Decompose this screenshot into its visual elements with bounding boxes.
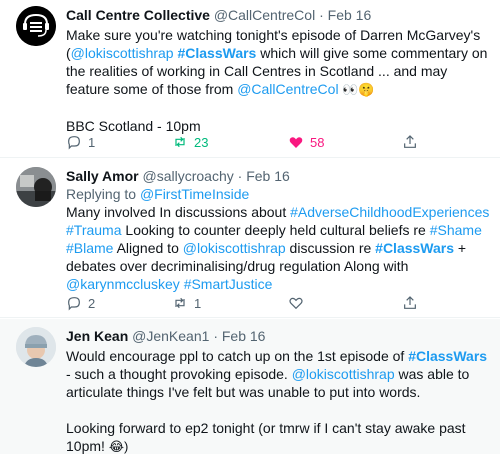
- text: - such a thought provoking episode.: [66, 366, 292, 382]
- hashtag-link[interactable]: #AdverseChildhoodExperiences: [290, 204, 489, 220]
- tweet-content: Sally Amor @sallycroachy · Feb 16 Replyi…: [66, 167, 490, 293]
- tweet-actions: 2 1: [66, 295, 486, 315]
- mention-link[interactable]: @FirstTimeInside: [140, 186, 249, 202]
- share-button[interactable]: [402, 295, 418, 311]
- like-button[interactable]: 58: [288, 134, 324, 150]
- handle[interactable]: @sallycroachy: [143, 168, 234, 184]
- retweet-count: 1: [194, 295, 202, 311]
- like-button[interactable]: [288, 295, 304, 311]
- text: Looking to counter deeply held cultural …: [121, 222, 430, 238]
- like-count: 58: [310, 134, 325, 150]
- hashtag-link[interactable]: #Shame: [430, 222, 482, 238]
- display-name[interactable]: Call Centre Collective: [66, 7, 210, 23]
- separator-dot: ·: [213, 328, 218, 344]
- replying-label: Replying to: [66, 186, 140, 202]
- like-icon: [289, 297, 303, 310]
- hashtag-link[interactable]: #Trauma: [66, 222, 122, 238]
- retweet-button[interactable]: 1: [172, 295, 201, 311]
- tweet-date[interactable]: Feb 16: [246, 168, 290, 184]
- text: discussion re: [285, 240, 376, 256]
- mention-link[interactable]: @lokiscottishrap: [71, 45, 174, 61]
- avatar[interactable]: [16, 327, 56, 367]
- tweet-header: Jen Kean @JenKean1 · Feb 16: [66, 327, 490, 345]
- separator-dot: ·: [237, 168, 243, 184]
- replying-to: Replying to @FirstTimeInside: [66, 185, 490, 203]
- emoji: 👀🤫: [338, 82, 375, 97]
- tweet-sally-amor[interactable]: Sally Amor @sallycroachy · Feb 16 Replyi…: [0, 159, 500, 318]
- mention-link[interactable]: @CallCentreCol: [237, 81, 338, 97]
- tweet-content: Jen Kean @JenKean1 · Feb 16 Would encour…: [66, 327, 490, 456]
- hashtag-link[interactable]: #ClassWars: [177, 45, 256, 61]
- retweet-count: 23: [194, 134, 209, 150]
- tweet-content: Call Centre Collective @CallCentreCol · …: [66, 6, 490, 135]
- mention-link[interactable]: @lokiscottishrap: [183, 240, 286, 256]
- hashtag-link[interactable]: #SmartJustice: [184, 276, 273, 292]
- hashtag-link[interactable]: #Blame: [66, 240, 113, 256]
- share-icon: [404, 296, 416, 309]
- tweet-body: Make sure you're watching tonight's epis…: [66, 26, 490, 135]
- reply-icon: [68, 136, 80, 150]
- handle[interactable]: @JenKean1: [132, 328, 209, 344]
- retweet-icon: [175, 297, 185, 309]
- tweet-call-centre-collective[interactable]: Call Centre Collective @CallCentreCol · …: [0, 0, 500, 158]
- tweet-actions: 1 23 58: [66, 134, 486, 154]
- display-name[interactable]: Jen Kean: [66, 328, 128, 344]
- reply-count: 1: [88, 134, 96, 150]
- display-name[interactable]: Sally Amor: [66, 168, 139, 184]
- avatar[interactable]: [16, 167, 56, 207]
- text: Would encourage ppl to catch up on the 1…: [66, 348, 409, 364]
- retweet-button[interactable]: 23: [172, 134, 208, 150]
- separator-dot: ·: [319, 7, 324, 23]
- mention-link[interactable]: @lokiscottishrap: [292, 366, 395, 382]
- share-button[interactable]: [402, 134, 418, 150]
- text: Many involved In discussions about: [66, 204, 291, 220]
- text: Aligned to: [113, 240, 183, 256]
- hashtag-link[interactable]: #ClassWars: [375, 240, 454, 256]
- tweet-header: Sally Amor @sallycroachy · Feb 16: [66, 167, 490, 185]
- tweet-body: Many involved In discussions about #Adve…: [66, 203, 490, 293]
- mention-link[interactable]: @karynmccluskey: [66, 276, 180, 292]
- reply-button[interactable]: 1: [66, 134, 95, 150]
- tweet-header: Call Centre Collective @CallCentreCol · …: [66, 6, 490, 24]
- tweet-date[interactable]: Feb 16: [222, 328, 266, 344]
- handle[interactable]: @CallCentreCol: [214, 7, 315, 23]
- hashtag-link[interactable]: #ClassWars: [408, 348, 487, 364]
- tweet-body: Would encourage ppl to catch up on the 1…: [66, 347, 490, 456]
- avatar[interactable]: [16, 6, 56, 46]
- tweet-jen-kean[interactable]: Jen Kean @JenKean1 · Feb 16 Would encour…: [0, 319, 500, 454]
- share-icon: [404, 135, 416, 148]
- avatar-photo: [16, 327, 56, 367]
- like-icon: [289, 137, 303, 148]
- emoji: 😂): [108, 439, 129, 454]
- call-centre-logo: [16, 6, 56, 46]
- text: BBC Scotland - 10pm: [66, 118, 201, 134]
- reply-button[interactable]: 2: [66, 295, 95, 311]
- reply-icon: [68, 297, 80, 311]
- tweet-date[interactable]: Feb 16: [328, 7, 372, 23]
- avatar-photo: [16, 167, 56, 207]
- retweet-icon: [175, 136, 185, 148]
- reply-count: 2: [88, 295, 96, 311]
